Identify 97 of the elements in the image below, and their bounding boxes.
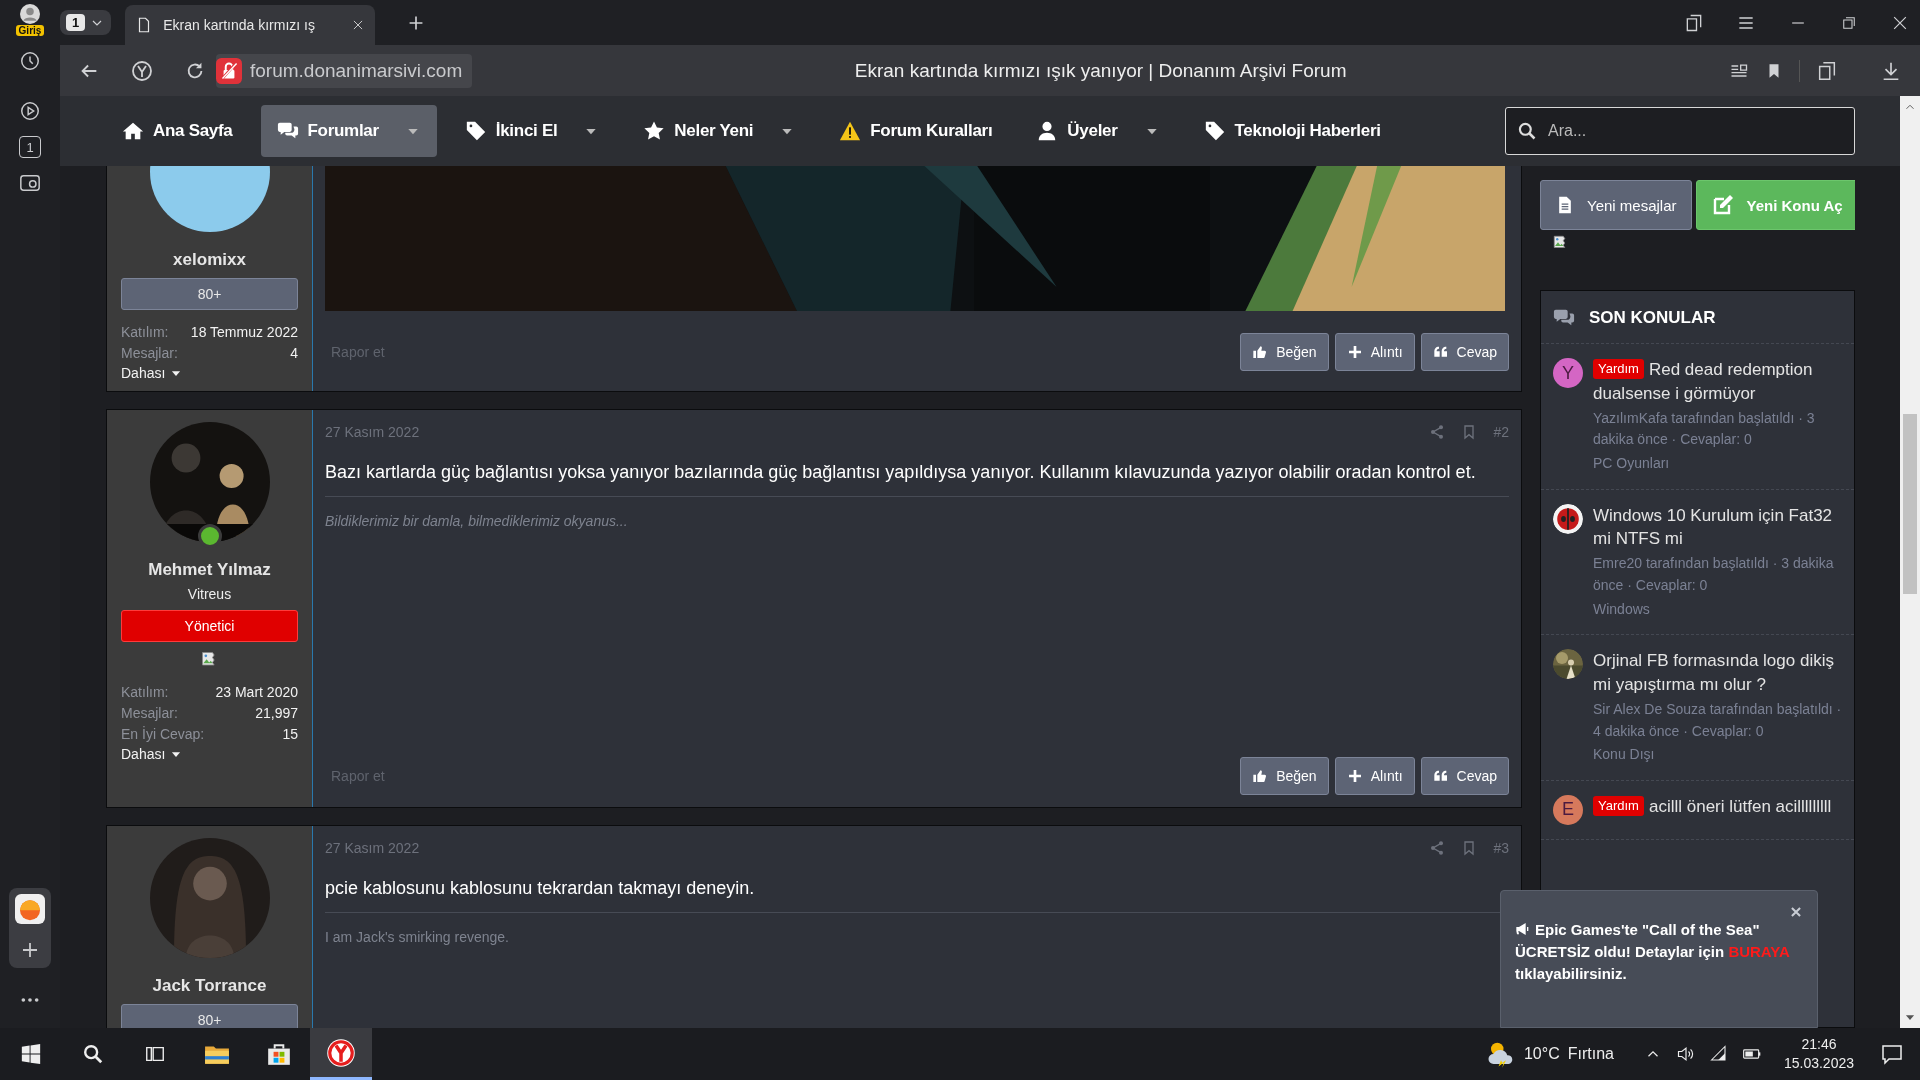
notice-text: Epic Games'te "Call of the Sea" ÜCRETSİZ oldu! Detaylar için BURAYA tıklayabilirsiniz. bbox=[1515, 920, 1791, 984]
notifications-icon[interactable] bbox=[1880, 1042, 1904, 1066]
stat-label: Katılım: bbox=[121, 684, 169, 700]
browser-tab[interactable]: Ekran kartında kırmızı ış bbox=[125, 5, 376, 45]
stat-label: Mesajlar: bbox=[121, 705, 178, 721]
tag-icon bbox=[1203, 120, 1226, 142]
nav-tab[interactable]: Neler Yeni bbox=[627, 105, 812, 157]
home-icon bbox=[122, 120, 144, 142]
stat-value: 21,997 bbox=[255, 705, 298, 721]
search-icon bbox=[1517, 121, 1537, 141]
like-button[interactable]: Beğen bbox=[1240, 757, 1329, 795]
username[interactable]: Jack Torrance bbox=[152, 976, 267, 996]
forum-link[interactable]: Konu Dışı bbox=[1593, 744, 1842, 766]
search-icon bbox=[82, 1043, 104, 1065]
camera-icon[interactable] bbox=[19, 172, 41, 194]
rank-badge: 80+ bbox=[121, 278, 298, 310]
weather-condition[interactable]: Fırtına bbox=[1567, 1045, 1614, 1063]
thread-title-link[interactable]: Yardım acilll öneri lütfen acilllllllll bbox=[1593, 794, 1842, 819]
nav-tab[interactable]: Forum Kuralları bbox=[823, 105, 1009, 157]
section-title: SON KONULAR bbox=[1589, 308, 1716, 328]
browser-button[interactable] bbox=[310, 1028, 372, 1080]
volume-icon[interactable] bbox=[1675, 1044, 1696, 1064]
nav-tab[interactable]: Üyeler bbox=[1020, 105, 1176, 157]
plus-icon bbox=[1346, 768, 1363, 784]
scrollbar-thumb[interactable] bbox=[1903, 414, 1917, 594]
thread-title-link[interactable]: Orjinal FB formasında logo dikiş mi yapıştırma mı olur ? bbox=[1593, 649, 1842, 697]
new-posts-button[interactable]: Yeni mesajlar bbox=[1540, 180, 1692, 230]
more-link[interactable]: Dahası bbox=[121, 746, 184, 762]
profile-icon[interactable] bbox=[20, 4, 40, 24]
close-icon[interactable] bbox=[1789, 905, 1803, 919]
star-icon bbox=[643, 120, 666, 142]
history-icon[interactable] bbox=[19, 50, 41, 72]
post-text: pcie kablosunu kablosunu tekrardan takmayı deneyin. bbox=[325, 877, 756, 900]
quote-icon bbox=[1432, 344, 1449, 360]
role-badge: Yönetici bbox=[121, 610, 298, 642]
stat-value: 15 bbox=[282, 726, 298, 742]
nav-tab[interactable]: Forumlar bbox=[260, 105, 437, 157]
thread-meta: Emre20 tarafından başlatıldı · 3 dakika önce · Cevaplar: 0 bbox=[1593, 554, 1835, 595]
quote-button[interactable]: Alıntı bbox=[1334, 757, 1415, 795]
username[interactable]: xelomixx bbox=[173, 250, 246, 270]
stat-label: Katılım: bbox=[121, 324, 169, 340]
thread-title-link[interactable]: Yardım Red dead redemption dualsense i görmüyor bbox=[1593, 358, 1842, 406]
share-icon[interactable] bbox=[1429, 840, 1446, 856]
prefix-tag[interactable]: Yardım bbox=[1593, 359, 1644, 379]
wifi-icon[interactable] bbox=[1709, 1045, 1728, 1063]
stat-label: Mesajlar: bbox=[121, 345, 178, 361]
post-text: Bazı kartlarda güç bağlantısı yoksa yanıyor bazılarında güç bağlantısı yapıldıysa yanıyor. Kullanım kılavuzunda yazıyor olabilir oradan kontrol et. bbox=[325, 461, 1477, 484]
collections-icon[interactable] bbox=[1684, 12, 1704, 33]
collections-icon[interactable] bbox=[1816, 59, 1838, 82]
store-icon bbox=[266, 1041, 292, 1067]
quote-button[interactable]: Alıntı bbox=[1334, 333, 1415, 371]
share-icon[interactable] bbox=[1429, 424, 1446, 440]
app-icon[interactable] bbox=[15, 894, 45, 924]
stat-value: 23 Mart 2020 bbox=[215, 684, 298, 700]
nav-tab[interactable]: Ana Sayfa bbox=[106, 105, 249, 157]
play-icon[interactable] bbox=[19, 100, 41, 122]
login-label[interactable]: Giriş bbox=[15, 25, 45, 36]
search-field[interactable]: Ara... bbox=[1505, 107, 1855, 155]
signature: Bildiklerimiz bir damla, bilmediklerimiz okyanus... bbox=[325, 513, 629, 530]
stat-value: 18 Temmuz 2022 bbox=[190, 324, 298, 340]
tab-group-button[interactable]: 1 bbox=[60, 10, 112, 35]
megaphone-icon bbox=[1515, 921, 1531, 937]
username[interactable]: Mehmet Yılmaz bbox=[148, 560, 271, 580]
lock-icon[interactable] bbox=[216, 57, 242, 84]
more-link[interactable]: Dahası bbox=[121, 365, 184, 381]
reply-button[interactable]: Cevap bbox=[1420, 757, 1509, 795]
address-bar[interactable]: forum.donanimarsivi.com bbox=[216, 53, 473, 88]
plus-icon bbox=[1346, 344, 1363, 360]
stat-label: En İyi Cevap: bbox=[121, 726, 205, 742]
clock[interactable]: 21:46 15.03.2023 bbox=[1783, 1035, 1854, 1073]
warning-icon bbox=[839, 120, 862, 142]
temperature[interactable]: 10°C bbox=[1523, 1045, 1560, 1063]
thread-meta: Sir Alex De Souza tarafından başlatıldı · 4 dakika önce · Cevaplar: 0 bbox=[1593, 699, 1842, 741]
user-title: Vitreus bbox=[187, 586, 232, 602]
thumbs-up-icon bbox=[1252, 768, 1269, 784]
browser-icon bbox=[326, 1037, 356, 1068]
quote-icon bbox=[1432, 768, 1449, 784]
reply-button[interactable]: Cevap bbox=[1420, 333, 1509, 371]
thread-meta: YazılımKafa tarafından başlatıldı · 3 dakika önce · Cevaplar: 0 bbox=[1593, 408, 1816, 450]
tab-counter[interactable]: 1 bbox=[19, 136, 41, 158]
prefix-tag[interactable]: Yardım bbox=[1593, 795, 1644, 816]
windows-icon bbox=[20, 1043, 42, 1065]
browser-logo-icon[interactable] bbox=[130, 58, 154, 83]
stat-value: 4 bbox=[290, 345, 298, 361]
forum-link[interactable]: Windows bbox=[1593, 598, 1842, 621]
thread-title-link[interactable]: Windows 10 Kurulum için Fat32 mi NTFS mi bbox=[1593, 503, 1842, 552]
forum-link[interactable]: PC Oyunları bbox=[1593, 452, 1842, 475]
thumbs-up-icon bbox=[1252, 344, 1269, 360]
nav-tab[interactable]: Teknoloji Haberleri bbox=[1187, 105, 1397, 157]
signature: I am Jack's smirking revenge. bbox=[325, 929, 510, 946]
avatar[interactable]: Y bbox=[1553, 358, 1583, 388]
page-title: Ekran kartında kırmızı ışık yanıyor | Donanım Arşivi Forum bbox=[853, 59, 1348, 82]
rank-badge: 80+ bbox=[121, 1004, 298, 1028]
tag-icon bbox=[464, 120, 487, 142]
avatar[interactable]: E bbox=[1553, 794, 1583, 825]
nav-tab[interactable]: İkinci El bbox=[448, 105, 616, 157]
like-button[interactable]: Beğen bbox=[1240, 333, 1329, 371]
